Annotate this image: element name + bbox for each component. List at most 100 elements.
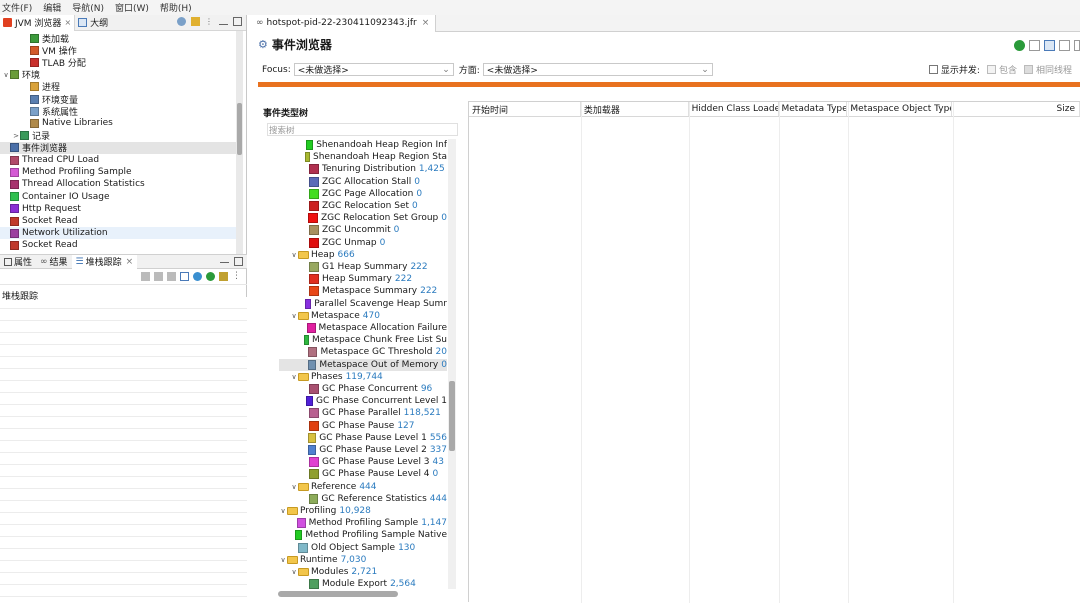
tree-item[interactable]: Native Libraries	[0, 117, 236, 129]
event-type-item[interactable]: GC Phase Parallel 118,521	[279, 407, 447, 419]
event-type-item[interactable]: ZGC Relocation Set 0	[279, 200, 447, 212]
close-icon[interactable]: ×	[126, 257, 134, 267]
search-input[interactable]: 搜索树	[267, 123, 458, 136]
expand-icon[interactable]: ∨	[290, 483, 298, 491]
column-header[interactable]: Metaspace Object Type	[847, 102, 953, 116]
expand-icon[interactable]: ∨	[2, 71, 10, 79]
tab-outline[interactable]: 大纲	[75, 15, 111, 31]
expand-icon[interactable]: ∨	[290, 373, 298, 381]
maximize-icon[interactable]	[234, 257, 243, 266]
maximize-icon[interactable]	[233, 17, 242, 26]
event-type-item[interactable]: Parallel Scavenge Heap Sumr	[279, 298, 447, 310]
event-type-item[interactable]: GC Reference Statistics 444	[279, 493, 447, 505]
menu-item[interactable]: 窗口(W)	[115, 1, 149, 14]
tree-item[interactable]: 进程	[0, 81, 236, 93]
focus-select[interactable]: <未做选择> ⌄	[293, 63, 454, 76]
expand-icon[interactable]: >	[12, 132, 20, 140]
expand-icon[interactable]: ∨	[279, 556, 287, 564]
collapse-icon[interactable]	[141, 272, 150, 281]
tree-item[interactable]: Container IO Usage	[0, 191, 236, 203]
event-type-item[interactable]: Metaspace Allocation Failure	[279, 322, 447, 334]
event-type-item[interactable]: Tenuring Distribution 1,425	[279, 163, 447, 175]
event-type-item[interactable]: ZGC Uncommit 0	[279, 224, 447, 236]
event-type-item[interactable]: Method Profiling Sample Native	[279, 529, 447, 541]
event-type-item[interactable]: ∨ Reference 444	[279, 481, 447, 493]
pin-icon[interactable]	[219, 272, 228, 281]
close-icon[interactable]: ×	[422, 18, 430, 28]
tree-item[interactable]: Socket Read	[0, 215, 236, 227]
event-type-item[interactable]: Metaspace Chunk Free List Su	[279, 334, 447, 346]
horizontal-scrollbar[interactable]	[278, 591, 398, 597]
tree-item[interactable]: > 记录	[0, 130, 236, 142]
scroll-thumb[interactable]	[237, 103, 242, 155]
event-type-item[interactable]: GC Phase Pause Level 2 337	[279, 444, 447, 456]
list-view-icon[interactable]	[1059, 40, 1070, 51]
check-icon[interactable]	[1014, 40, 1025, 51]
event-type-item[interactable]: GC Phase Concurrent Level 1	[279, 395, 447, 407]
event-type-item[interactable]: ZGC Relocation Set Group 0	[279, 212, 447, 224]
event-type-item[interactable]: ∨ Phases 119,744	[279, 371, 447, 383]
event-type-item[interactable]: Method Profiling Sample 1,147	[279, 517, 447, 529]
tree-item[interactable]: Method Profiling Sample	[0, 166, 236, 178]
tree-item[interactable]: VM 操作	[0, 44, 236, 57]
left-tree-scrollbar[interactable]	[236, 31, 243, 263]
event-type-item[interactable]: G1 Heap Summary 222	[279, 261, 447, 273]
minimize-icon[interactable]	[219, 19, 228, 25]
event-type-item[interactable]: Shenandoah Heap Region Sta	[279, 151, 447, 163]
same-thread-checkbox[interactable]	[1023, 65, 1033, 74]
event-type-item[interactable]: ∨ Metaspace 470	[279, 310, 447, 322]
refresh-icon[interactable]	[193, 272, 202, 281]
event-type-item[interactable]: Heap Summary 222	[279, 273, 447, 285]
column-header[interactable]: 类加载器	[581, 102, 689, 116]
event-type-item[interactable]: Shenandoah Heap Region Inf	[279, 139, 447, 151]
file-tab[interactable]: ∞ hotspot-pid-22-230411092343.jfr ×	[250, 14, 437, 32]
event-type-item[interactable]: ZGC Unmap 0	[279, 237, 447, 249]
tab-stack-trace[interactable]: ☰ 堆栈跟踪 ×	[71, 254, 138, 269]
event-type-item[interactable]: Module Export 2,564	[279, 578, 447, 589]
more-icon[interactable]	[1074, 40, 1080, 51]
event-type-item[interactable]: ∨ Runtime 7,030	[279, 554, 447, 566]
expand-icon[interactable]: ∨	[279, 507, 287, 515]
tree-item[interactable]: TLAB 分配	[0, 56, 236, 69]
column-header[interactable]: Metadata Type	[779, 102, 848, 116]
expand-icon[interactable]: ∨	[290, 251, 298, 259]
tree-item[interactable]: Socket Read	[0, 239, 236, 251]
contains-checkbox[interactable]	[986, 65, 996, 74]
event-type-item[interactable]: GC Phase Pause Level 3 43	[279, 456, 447, 468]
filter-icon[interactable]	[191, 17, 200, 26]
grid-view-icon[interactable]	[1044, 40, 1055, 51]
event-type-item[interactable]: ZGC Page Allocation 0	[279, 188, 447, 200]
event-tree-scrollbar[interactable]	[448, 139, 456, 589]
tree-item[interactable]: 类加载	[0, 32, 236, 45]
tree-item[interactable]: Thread CPU Load	[0, 154, 236, 166]
tree-item[interactable]: Http Request	[0, 203, 236, 215]
tab-results[interactable]: ∞ 结果	[36, 255, 72, 269]
event-type-item[interactable]: GC Phase Pause 127	[279, 420, 447, 432]
column-header[interactable]: Hidden Class Loader	[689, 102, 779, 116]
link-icon[interactable]	[177, 17, 186, 26]
column-header[interactable]: 开始时间	[469, 102, 581, 116]
expand-icon[interactable]: ∨	[290, 568, 298, 576]
event-type-item[interactable]: GC Phase Pause Level 1 556	[279, 432, 447, 444]
event-type-item[interactable]: GC Phase Concurrent 96	[279, 383, 447, 395]
event-type-item[interactable]: GC Phase Pause Level 40	[279, 468, 447, 480]
menu-item[interactable]: 导航(N)	[72, 1, 104, 14]
distinguish-icon[interactable]	[167, 272, 176, 281]
menu-item[interactable]: 编辑	[43, 1, 61, 14]
menu-item[interactable]: 帮助(H)	[160, 1, 192, 14]
expand-icon[interactable]: ∨	[290, 312, 298, 320]
tree-item[interactable]: Thread Allocation Statistics	[0, 178, 236, 190]
tab-jvm-browser[interactable]: JVM 浏览器 ×	[0, 14, 76, 31]
menu-icon[interactable]: ⋮	[232, 272, 241, 281]
event-type-item[interactable]: ∨ Profiling 10,928	[279, 505, 447, 517]
event-type-item[interactable]: Metaspace Summary 222	[279, 285, 447, 297]
event-type-item[interactable]: ZGC Allocation Stall 0	[279, 176, 447, 188]
close-icon[interactable]: ×	[64, 18, 71, 27]
tree-item[interactable]: 系统属性	[0, 105, 236, 118]
minimize-icon[interactable]	[220, 257, 229, 263]
event-type-item[interactable]: ∨ Modules 2,721	[279, 566, 447, 578]
event-type-item[interactable]: Metaspace Out of Memory 0	[279, 358, 447, 371]
tree-item[interactable]: 事件浏览器	[0, 141, 236, 154]
show-concurrent-checkbox[interactable]	[928, 65, 938, 74]
menu-item[interactable]: 文件(F)	[2, 1, 32, 14]
